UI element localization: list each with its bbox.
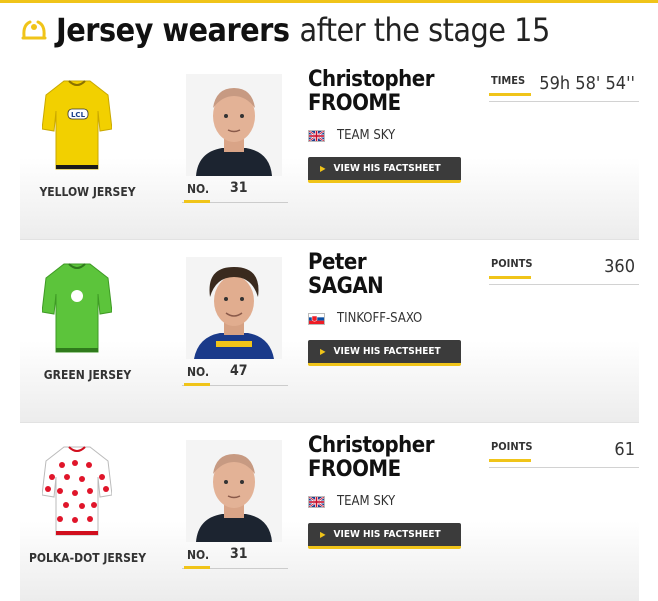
team: TEAM SKY: [308, 128, 395, 143]
stat-underline: [489, 459, 531, 462]
rider-last-name: FROOME: [308, 91, 401, 116]
team-name: TEAM SKY: [337, 494, 396, 509]
gb-flag-icon: [308, 495, 325, 508]
divider: [20, 239, 639, 240]
button-label: VIEW HIS FACTSHEET: [333, 346, 441, 357]
divider: [20, 422, 639, 423]
team-name: TINKOFF-SAXO: [337, 311, 423, 326]
rider-number: NO. 47: [182, 363, 288, 386]
view-factsheet-button[interactable]: ▶ VIEW HIS FACTSHEET: [308, 340, 461, 366]
number-underline: [184, 566, 210, 569]
stat-value: 360: [604, 256, 635, 277]
yellow-jersey-icon: LCL: [42, 80, 112, 170]
tour-logo-icon: [21, 20, 47, 40]
view-factsheet-button[interactable]: ▶ VIEW HIS FACTSHEET: [308, 523, 461, 549]
button-label: VIEW HIS FACTSHEET: [333, 163, 441, 174]
rider-first-name: Peter: [308, 250, 367, 275]
rider-photo: [186, 440, 282, 542]
title-bold: Jersey wearers: [56, 11, 290, 49]
stat-box: POINTS 360: [489, 256, 639, 285]
jersey-label: POLKA-DOT JERSEY: [28, 551, 147, 565]
jersey-row-yellow: LCL YELLOW JERSEY NO. 31 Christopher FRO…: [20, 57, 639, 240]
jersey-row-green: GREEN JERSEY NO. 47 Peter SAGAN TINKOFF-…: [20, 240, 639, 423]
gb-flag-icon: [308, 129, 325, 142]
stat-value: 59h 58' 54'': [539, 73, 635, 94]
number-value: 31: [230, 546, 248, 562]
stat-underline: [489, 276, 531, 279]
title-light: after the stage 15: [299, 11, 551, 49]
stat-box: TIMES 59h 58' 54'': [489, 73, 639, 102]
stat-underline: [489, 93, 531, 96]
team: TINKOFF-SAXO: [308, 311, 422, 326]
stat-label: TIMES: [491, 74, 526, 87]
button-label: VIEW HIS FACTSHEET: [333, 529, 441, 540]
rider-number: NO. 31: [182, 180, 288, 203]
number-underline: [184, 383, 210, 386]
number-label: NO.: [187, 182, 210, 196]
number-label: NO.: [187, 365, 210, 379]
team-name: TEAM SKY: [337, 128, 396, 143]
jersey-row-polka-dot: POLKA-DOT JERSEY NO. 31 Christopher FROO…: [20, 423, 639, 601]
rider-first-name: Christopher: [308, 433, 434, 458]
number-value: 31: [230, 180, 248, 196]
page-title: Jersey wearers after the stage 15: [20, 8, 550, 52]
polka-dot-jersey-icon: [42, 446, 112, 536]
top-accent-line: [0, 0, 658, 3]
stat-label: POINTS: [491, 440, 533, 453]
rider-photo: [186, 74, 282, 176]
stat-box: POINTS 61: [489, 439, 639, 468]
arrow-right-icon: ▶: [320, 164, 326, 173]
green-jersey-icon: [42, 263, 112, 353]
rider-photo: [186, 257, 282, 359]
rider-last-name: FROOME: [308, 457, 401, 482]
number-label: NO.: [187, 548, 210, 562]
stat-value: 61: [614, 439, 635, 460]
svg-text:LCL: LCL: [71, 111, 86, 119]
jersey-label: YELLOW JERSEY: [39, 185, 136, 199]
team: TEAM SKY: [308, 494, 395, 509]
arrow-right-icon: ▶: [320, 347, 326, 356]
view-factsheet-button[interactable]: ▶ VIEW HIS FACTSHEET: [308, 157, 461, 183]
rider-first-name: Christopher: [308, 67, 434, 92]
sk-flag-icon: [308, 312, 325, 325]
arrow-right-icon: ▶: [320, 530, 326, 539]
jersey-label: GREEN JERSEY: [43, 368, 132, 382]
rider-number: NO. 31: [182, 546, 288, 569]
stat-label: POINTS: [491, 257, 533, 270]
number-underline: [184, 200, 210, 203]
number-value: 47: [230, 363, 248, 379]
rider-last-name: SAGAN: [308, 274, 384, 299]
